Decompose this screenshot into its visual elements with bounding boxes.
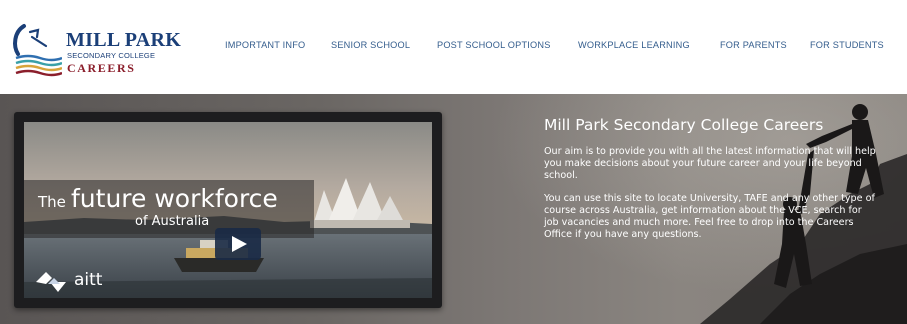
nav-item-important-info[interactable]: IMPORTANT INFO	[225, 40, 305, 50]
logo-careers: CAREERS	[67, 61, 136, 75]
hero-banner: The future workforce of Australia aitt M…	[0, 94, 907, 324]
nav-item-for-students[interactable]: FOR STUDENTS	[810, 40, 884, 50]
site-header: MILL PARK SECONDARY COLLEGE CAREERS IMPO…	[0, 0, 907, 94]
logo-title: MILL PARK	[66, 29, 182, 51]
logo-emblem-icon	[13, 24, 62, 77]
nav-item-senior-school[interactable]: SENIOR SCHOOL	[331, 40, 410, 50]
hero-text: Mill Park Secondary College Careers Our …	[544, 116, 884, 241]
aitt-logo-icon	[36, 272, 66, 292]
play-icon	[232, 236, 247, 252]
video-caption-prefix: The	[38, 193, 66, 211]
video-caption: The future workforce	[38, 184, 278, 213]
site-logo[interactable]: MILL PARK SECONDARY COLLEGE CAREERS	[10, 20, 210, 82]
nav-item-workplace-learning[interactable]: WORKPLACE LEARNING	[578, 40, 690, 50]
play-button[interactable]	[215, 228, 261, 260]
video-caption-sub: of Australia	[135, 214, 210, 229]
logo-subtitle: SECONDARY COLLEGE	[67, 51, 156, 60]
video-screen: The future workforce of Australia aitt	[24, 122, 432, 298]
video-player[interactable]: The future workforce of Australia aitt	[14, 112, 442, 308]
hero-paragraph-2: You can use this site to locate Universi…	[544, 193, 875, 240]
video-caption-main: future workforce	[71, 184, 278, 213]
hero-paragraph-1: Our aim is to provide you with all the l…	[544, 146, 876, 181]
nav-item-post-school-options[interactable]: POST SCHOOL OPTIONS	[437, 40, 551, 50]
nav-item-for-parents[interactable]: FOR PARENTS	[720, 40, 787, 50]
hero-title: Mill Park Secondary College Careers	[544, 116, 824, 134]
video-brand-label: aitt	[74, 270, 103, 290]
page: MILL PARK SECONDARY COLLEGE CAREERS IMPO…	[0, 0, 907, 324]
